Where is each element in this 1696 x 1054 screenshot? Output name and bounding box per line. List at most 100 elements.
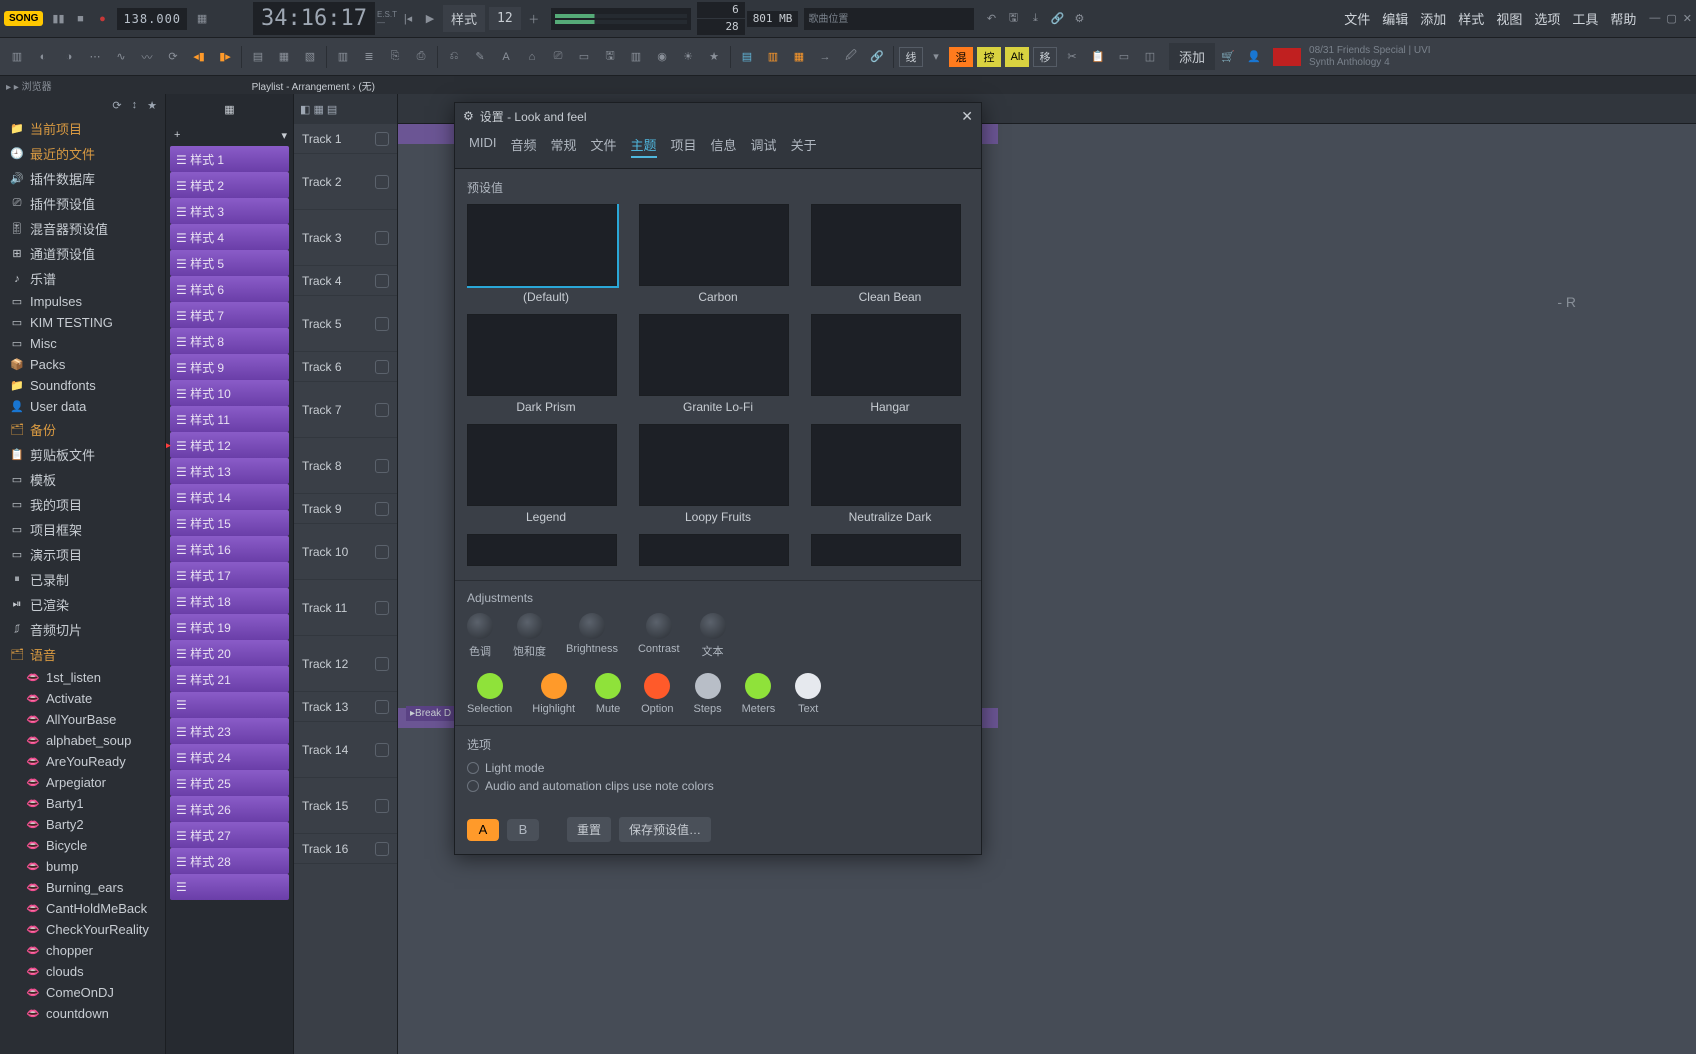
toolbar-icon[interactable]: ⟳ [162,46,184,68]
theme-preset[interactable] [639,534,797,570]
toolbar-icon[interactable]: ⎌ [443,46,465,68]
play-icon[interactable]: ▶ [421,10,439,28]
pattern-clip[interactable]: ☰ 样式 12▶ [170,432,289,458]
clip-label[interactable]: ▸Break D [406,706,455,721]
toolbar-icon[interactable]: ◂▮ [188,46,210,68]
toolbar-icon[interactable]: ∿ [110,46,132,68]
browser-item-recorded[interactable]: ⏸已录制 [0,567,165,592]
pattern-clip[interactable]: ☰ 样式 28 [170,848,289,874]
settings-tab-4[interactable]: 主题 [631,135,657,158]
track-toggle[interactable] [375,231,389,245]
pattern-clip[interactable]: ☰ 样式 23 [170,718,289,744]
toolbar-icon[interactable]: ☀ [677,46,699,68]
toolbar-icon[interactable]: ★ [703,46,725,68]
browser-item-demo-projects[interactable]: ▭演示项目 [0,542,165,567]
settings-tab-3[interactable]: 文件 [590,135,616,158]
settings-tab-1[interactable]: 音频 [510,135,536,158]
pattern-clip[interactable]: ☰ 样式 7 [170,302,289,328]
compare-a-button[interactable]: A [467,819,499,841]
stop-icon[interactable]: ■ [71,10,89,28]
browser-item-project-bones[interactable]: ▭项目框架 [0,517,165,542]
color-swatch[interactable]: Highlight [532,673,575,715]
undo-icon[interactable]: ↶ [982,10,1000,28]
track-toggle[interactable] [375,799,389,813]
pattern-clip[interactable]: ☰ 样式 21 [170,666,289,692]
browser-item-impulses[interactable]: ▭Impulses [0,291,165,312]
theme-preset[interactable] [467,534,625,570]
browser-child[interactable]: 👄ComeOnDJ [0,982,165,1003]
user-icon[interactable]: 👤 [1243,46,1265,68]
color-swatch[interactable]: Steps [694,673,722,715]
browser-child[interactable]: 👄bump [0,856,165,877]
toolbar-icon[interactable]: ▭ [1113,46,1135,68]
radio-icon[interactable] [467,780,479,792]
browser-child[interactable]: 👄Arpegiator [0,772,165,793]
pattern-clip[interactable]: ☰ 样式 4 [170,224,289,250]
pattern-clip[interactable]: ☰ 样式 11 [170,406,289,432]
alt-box[interactable]: Alt [1005,47,1029,67]
browser-child[interactable]: 👄AreYouReady [0,751,165,772]
browser-item-plugin-db[interactable]: 🔊插件数据库 [0,166,165,191]
picker-grid-icon[interactable]: ▦ [224,103,234,116]
menu-帮助[interactable]: 帮助 [1607,7,1639,30]
option-row[interactable]: Light mode [467,761,969,775]
ctrl-box[interactable]: 控 [977,47,1001,67]
flag-icon[interactable] [1273,48,1301,66]
pattern-clip[interactable]: ☰ 样式 20 [170,640,289,666]
track-header[interactable]: Track 2 [294,154,397,210]
add-pattern-icon[interactable]: + [174,129,180,141]
pattern-clip[interactable]: ☰ [170,692,289,718]
theme-preset[interactable]: Legend [467,424,625,524]
theme-preset[interactable]: Granite Lo-Fi [639,314,797,414]
track-toggle[interactable] [375,360,389,374]
track-header[interactable]: Track 5 [294,296,397,352]
adjust-knob[interactable]: 色调 [467,613,493,659]
pattern-clip[interactable]: ☰ 样式 25 [170,770,289,796]
browser-child[interactable]: 👄Burning_ears [0,877,165,898]
track-header[interactable]: Track 3 [294,210,397,266]
browser-item-rendered[interactable]: ⏯已渲染 [0,592,165,617]
browser-item-kim-testing[interactable]: ▭KIM TESTING [0,312,165,333]
track-toggle[interactable] [375,274,389,288]
browser-item-backup[interactable]: 🗂备份 [0,417,165,442]
pattern-clip[interactable]: ☰ 样式 5 [170,250,289,276]
settings-tab-6[interactable]: 信息 [711,135,737,158]
track-toggle[interactable] [375,502,389,516]
toolbar-icon[interactable]: ◉ [651,46,673,68]
pattern-clip[interactable]: ☰ 样式 24 [170,744,289,770]
tempo-display[interactable]: 138.000 [117,8,187,30]
save-preset-button[interactable]: 保存预设值… [619,817,711,842]
theme-preset[interactable]: Neutralize Dark [811,424,969,524]
browser-item-recent-files[interactable]: 🕘最近的文件 [0,141,165,166]
browser-child[interactable]: 👄Bicycle [0,835,165,856]
toolbar-icon[interactable]: ✎ [469,46,491,68]
browser-child[interactable]: 👄Barty1 [0,793,165,814]
save-icon[interactable]: 🖫 [1004,10,1022,28]
toolbar-icon[interactable]: ✂ [1061,46,1083,68]
toolbar-icon[interactable]: 〰 [136,46,158,68]
browser-child[interactable]: 👄alphabet_soup [0,730,165,751]
toolbar-icon[interactable]: ▭ [573,46,595,68]
settings-tab-8[interactable]: 关于 [791,135,817,158]
pattern-label[interactable]: 样式 [443,5,485,32]
step-back-icon[interactable]: |◂ [399,10,417,28]
minimize-icon[interactable]: — [1649,12,1660,25]
adjust-knob[interactable]: 文本 [700,613,726,659]
track-header[interactable]: Track 13 [294,692,397,722]
pattern-clip[interactable]: ☰ 样式 15 [170,510,289,536]
menu-文件[interactable]: 文件 [1341,7,1373,30]
color-swatch[interactable]: Text [795,673,821,715]
track-header[interactable]: Track 14 [294,722,397,778]
browser-child[interactable]: 👄clouds [0,961,165,982]
toolbar-icon[interactable]: ⎘ [384,46,406,68]
browser-child[interactable]: 👄countdown [0,1003,165,1024]
track-header[interactable]: Track 6 [294,352,397,382]
browser-item-plugin-presets[interactable]: ⎚插件预设值 [0,191,165,216]
toolbar-icon[interactable]: ⋯ [84,46,106,68]
theme-preset[interactable]: Carbon [639,204,797,304]
track-toggle[interactable] [375,657,389,671]
menu-添加[interactable]: 添加 [1417,7,1449,30]
menu-编辑[interactable]: 编辑 [1379,7,1411,30]
theme-preset[interactable] [811,534,969,570]
toolbar-icon[interactable]: ▮▸ [214,46,236,68]
